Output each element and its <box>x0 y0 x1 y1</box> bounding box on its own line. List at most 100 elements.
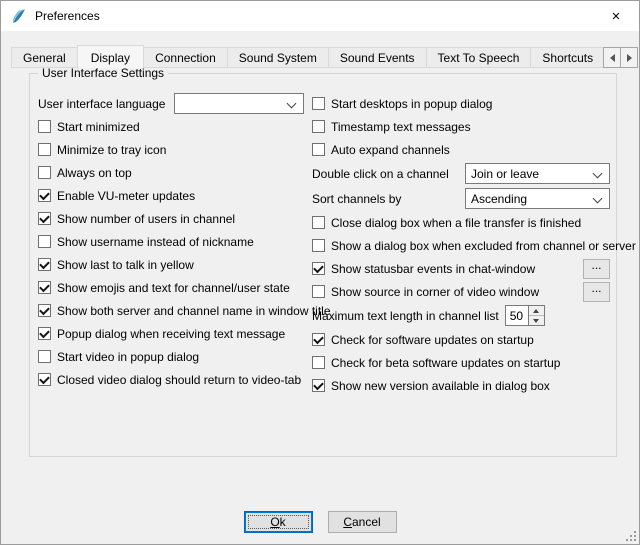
checkbox[interactable] <box>312 143 325 156</box>
checkbox-row[interactable]: Check for beta software updates on start… <box>312 351 610 374</box>
checkbox-row[interactable]: Show new version available in dialog box <box>312 374 610 397</box>
max-text-length-value[interactable]: 50 <box>505 305 529 326</box>
checkbox[interactable] <box>312 262 325 275</box>
checkbox-label: Start minimized <box>57 120 140 134</box>
title-bar[interactable]: Preferences ✕ <box>1 1 639 31</box>
checkbox[interactable] <box>38 373 51 386</box>
tab-sound-events[interactable]: Sound Events <box>328 47 427 68</box>
preferences-dialog: Preferences ✕ General Display Connection… <box>0 0 640 545</box>
checkbox-label: Show both server and channel name in win… <box>57 304 331 318</box>
language-row: User interface language <box>38 92 304 115</box>
checkbox-label: Start video in popup dialog <box>57 350 199 364</box>
checkbox[interactable] <box>312 216 325 229</box>
sort-channels-value: Ascending <box>471 192 527 206</box>
checkbox[interactable] <box>312 97 325 110</box>
checkbox-label: Check for software updates on startup <box>331 333 534 347</box>
checkbox[interactable] <box>38 189 51 202</box>
arrow-right-icon <box>627 54 632 62</box>
checkbox-label: Timestamp text messages <box>331 120 471 134</box>
close-icon[interactable]: ✕ <box>593 1 639 31</box>
checkbox-label: Show statusbar events in chat-window <box>331 262 535 276</box>
checkbox-row[interactable]: Closed video dialog should return to vid… <box>38 368 304 391</box>
checkbox-label: Show number of users in channel <box>57 212 235 226</box>
checkbox-row[interactable]: Popup dialog when receiving text message <box>38 322 304 345</box>
resize-grip[interactable] <box>624 529 637 542</box>
tab-display[interactable]: Display <box>77 45 144 68</box>
tab-bar: General Display Connection Sound System … <box>11 44 629 68</box>
checkbox[interactable] <box>312 120 325 133</box>
checkbox[interactable] <box>38 120 51 133</box>
checkbox-row[interactable]: Auto expand channels <box>312 138 610 161</box>
checkbox[interactable] <box>38 166 51 179</box>
checkbox-row[interactable]: Close dialog box when a file transfer is… <box>312 211 610 234</box>
checkbox-row[interactable]: Always on top <box>38 161 304 184</box>
tab-connection[interactable]: Connection <box>143 47 228 68</box>
checkbox[interactable] <box>38 258 51 271</box>
checkbox-row[interactable]: Show last to talk in yellow <box>38 253 304 276</box>
language-combobox[interactable] <box>174 93 304 114</box>
arrow-left-icon <box>610 54 615 62</box>
checkbox-row[interactable]: Show number of users in channel <box>38 207 304 230</box>
checkbox[interactable] <box>38 143 51 156</box>
tab-text-to-speech[interactable]: Text To Speech <box>426 47 532 68</box>
checkbox-label: Minimize to tray icon <box>57 143 166 157</box>
tab-shortcuts[interactable]: Shortcuts <box>530 47 605 68</box>
checkbox[interactable] <box>312 239 325 252</box>
sort-channels-label: Sort channels by <box>312 192 401 206</box>
checkbox-row[interactable]: Enable VU-meter updates <box>38 184 304 207</box>
max-text-length-row: Maximum text length in channel list 50 <box>312 303 610 328</box>
double-click-combobox[interactable]: Join or leave <box>465 163 610 184</box>
checkbox-label: Closed video dialog should return to vid… <box>57 373 301 387</box>
app-icon <box>10 8 27 25</box>
checkbox-row[interactable]: Show a dialog box when excluded from cha… <box>312 234 610 257</box>
checkbox-label: Enable VU-meter updates <box>57 189 195 203</box>
spin-buttons <box>529 305 545 326</box>
checkbox-row[interactable]: Check for software updates on startup <box>312 328 610 351</box>
checkbox-label: Show last to talk in yellow <box>57 258 194 272</box>
checkbox-row[interactable]: Timestamp text messages <box>312 115 610 138</box>
checkbox-row[interactable]: Show username instead of nickname <box>38 230 304 253</box>
video-source-more-button[interactable]: ... <box>583 282 610 302</box>
checkbox[interactable] <box>312 333 325 346</box>
checkbox[interactable] <box>38 327 51 340</box>
checkbox[interactable] <box>312 356 325 369</box>
checkbox-row[interactable]: Minimize to tray icon <box>38 138 304 161</box>
sort-channels-row: Sort channels by Ascending <box>312 186 610 211</box>
double-click-label: Double click on a channel <box>312 167 449 181</box>
checkbox-row[interactable]: Show both server and channel name in win… <box>38 299 304 322</box>
statusbar-events-more-button[interactable]: ... <box>583 259 610 279</box>
checkbox-label: Show username instead of nickname <box>57 235 254 249</box>
checkbox-row[interactable]: Start video in popup dialog <box>38 345 304 368</box>
checkbox[interactable] <box>312 285 325 298</box>
cancel-button[interactable]: Cancel <box>328 511 397 533</box>
checkbox-row[interactable]: Start desktops in popup dialog <box>312 92 610 115</box>
spin-up-icon[interactable] <box>529 306 544 315</box>
checkbox[interactable] <box>38 212 51 225</box>
sort-channels-combobox[interactable]: Ascending <box>465 188 610 209</box>
checkbox[interactable] <box>38 350 51 363</box>
language-label: User interface language <box>38 97 165 111</box>
checkbox-label: Show new version available in dialog box <box>331 379 550 393</box>
checkbox-label: Show a dialog box when excluded from cha… <box>331 239 636 253</box>
tab-scroll-left-button[interactable] <box>603 47 621 68</box>
checkbox-label: Close dialog box when a file transfer is… <box>331 216 581 230</box>
tab-scroll-right-button[interactable] <box>620 47 638 68</box>
checkbox[interactable] <box>312 379 325 392</box>
tab-general[interactable]: General <box>11 47 78 68</box>
ok-button[interactable]: Ok <box>244 511 313 533</box>
double-click-value: Join or leave <box>471 167 539 181</box>
checkbox-label: Start desktops in popup dialog <box>331 97 492 111</box>
checkbox[interactable] <box>38 235 51 248</box>
statusbar-events-row[interactable]: Show statusbar events in chat-window ... <box>312 257 610 280</box>
checkbox[interactable] <box>38 304 51 317</box>
checkbox-row[interactable]: Start minimized <box>38 115 304 138</box>
user-interface-settings-group: User Interface Settings User interface l… <box>29 73 617 457</box>
tab-scroller <box>603 47 638 68</box>
tab-sound-system[interactable]: Sound System <box>227 47 329 68</box>
video-source-row[interactable]: Show source in corner of video window ..… <box>312 280 610 303</box>
cancel-button-label-rest: ancel <box>352 515 381 529</box>
checkbox-label: Show source in corner of video window <box>331 285 539 299</box>
checkbox-row[interactable]: Show emojis and text for channel/user st… <box>38 276 304 299</box>
spin-down-icon[interactable] <box>529 315 544 325</box>
checkbox[interactable] <box>38 281 51 294</box>
